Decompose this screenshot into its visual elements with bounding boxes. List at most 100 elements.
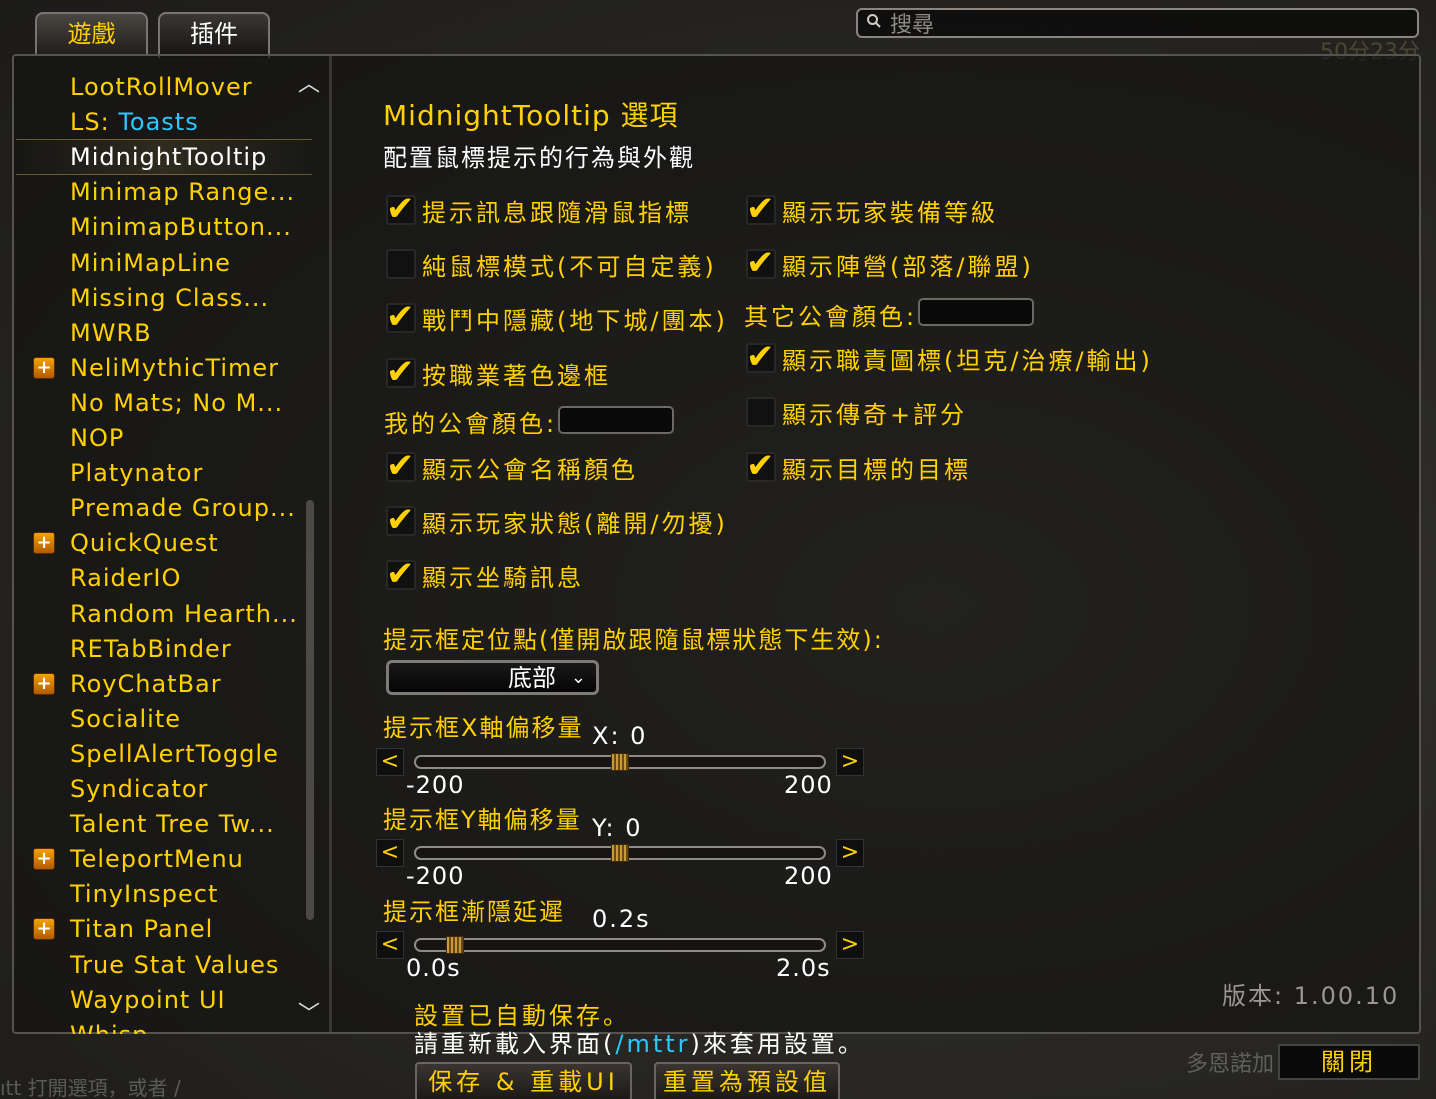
expand-icon[interactable]: + [33,672,55,695]
slider-decrease-button[interactable]: < [376,931,404,959]
option-row[interactable]: ✔ 按職業著色邊框 [386,352,611,392]
addon-list-item[interactable]: NeliMythicTimer [70,351,279,385]
option-row[interactable]: 顯示傳奇+評分 [746,394,967,430]
slider-min-label: -200 [406,862,465,890]
addon-list-item[interactable]: No Mats; No M... [70,386,283,420]
save-reload-button[interactable]: 保存 & 重載UI [415,1062,632,1099]
addon-list-item[interactable]: Minimap Range... [70,175,295,209]
addon-list-item[interactable]: NOP [70,421,124,455]
slider-min-label: 0.0s [406,954,461,982]
anchor-label: 提示框定位點(僅開啟跟隨鼠標狀態下生效): [383,626,884,654]
expand-icon[interactable]: + [33,532,55,555]
option-label: 純鼠標模式(不可自定義) [422,252,717,281]
anchor-dropdown[interactable]: 底部 ⌄ [386,660,599,695]
checkbox[interactable]: ✔ [746,446,776,486]
checkbox[interactable] [386,249,416,279]
addon-list-item[interactable]: Socialite [70,702,181,736]
addon-list-item[interactable]: RETabBinder [70,632,232,666]
addon-list-item[interactable]: MiniMapLine [70,246,231,280]
option-row[interactable]: ✔ 顯示公會名稱顏色 [386,446,638,486]
expand-icon[interactable]: + [33,918,55,941]
addon-list-item[interactable]: QuickQuest [70,526,219,560]
addon-list-item[interactable]: TinyInspect [70,877,218,911]
checkbox[interactable]: ✔ [746,243,776,283]
addon-list-item[interactable]: Talent Tree Tw... [70,807,275,841]
background-chat-text: ıtt 打開選項，或者 / [0,1076,181,1099]
checkbox[interactable]: ✔ [386,297,416,337]
addon-list-item[interactable]: RaiderIO [70,561,181,595]
option-row[interactable]: 純鼠標模式(不可自定義) [386,246,717,282]
option-row[interactable]: ✔ 顯示職責圖標(坦克/治療/輸出) [746,337,1153,377]
slider-thumb[interactable] [446,936,465,954]
close-button[interactable]: 關閉 [1278,1044,1420,1080]
other-guild-color-label: 其它公會顏色: [744,303,918,331]
addon-list-item[interactable]: SpellAlertToggle [70,737,279,771]
addon-list-item[interactable]: Waypoint UI [70,983,226,1017]
expand-icon[interactable]: + [33,848,55,871]
option-label: 顯示玩家裝備等級 [782,198,998,227]
expand-icon[interactable]: + [33,356,55,379]
checkbox[interactable]: ✔ [386,352,416,392]
slider-thumb[interactable] [611,844,629,862]
slider-decrease-button[interactable]: < [376,748,404,776]
my-guild-color-swatch[interactable] [558,406,674,434]
slider-increase-button[interactable]: > [836,748,864,776]
option-row[interactable]: ✔ 提示訊息跟隨滑鼠指標 [386,189,692,229]
addon-list-item[interactable]: MinimapButton... [70,210,292,244]
slider-value: Y: 0 [592,814,643,842]
checkmark-icon: ✔ [746,243,775,283]
search-icon [866,13,882,33]
scroll-down-icon[interactable]: ﹀ [298,996,320,1028]
checkbox[interactable]: ✔ [386,500,416,540]
option-row[interactable]: ✔ 顯示目標的目標 [746,446,971,486]
addon-list-item[interactable]: Syndicator [70,772,208,806]
other-guild-color-swatch[interactable] [918,298,1034,326]
option-row[interactable]: ✔ 戰鬥中隱藏(地下城/團本) [386,297,728,337]
addon-list-item[interactable]: True Stat Values [70,948,279,982]
addon-list-item[interactable]: Titan Panel [70,912,213,946]
addon-list-item[interactable]: Random Hearth... [70,597,298,631]
slider-min-label: -200 [406,771,465,799]
checkmark-icon: ✔ [386,554,415,594]
tab-addons[interactable]: 插件 [158,12,270,58]
slider-label: 提示框Y軸偏移量 [383,806,582,834]
checkmark-icon: ✔ [746,446,775,486]
addon-list-item[interactable]: LootRollMover [70,70,253,104]
search-input[interactable]: 搜尋 [856,8,1419,38]
scroll-up-icon[interactable]: ︿ [298,66,320,98]
option-row[interactable]: ✔ 顯示玩家裝備等級 [746,189,998,229]
checkbox[interactable]: ✔ [746,337,776,377]
addon-list-item[interactable]: TeleportMenu [70,842,244,876]
option-row[interactable]: ✔ 顯示坐騎訊息 [386,554,584,594]
slider-track[interactable] [414,938,826,952]
checkbox[interactable]: ✔ [386,189,416,229]
option-label: 顯示玩家狀態(離開/勿擾) [422,509,728,538]
option-label: 顯示公會名稱顏色 [422,455,638,484]
checkbox[interactable]: ✔ [386,554,416,594]
checkmark-icon: ✔ [386,446,415,486]
option-label: 戰鬥中隱藏(地下城/團本) [422,306,728,335]
addon-list-item[interactable]: MWRB [70,316,152,350]
option-row[interactable]: ✔ 顯示陣營(部落/聯盟) [746,243,1034,283]
addon-list-item[interactable]: Premade Group... [70,491,296,525]
slider-thumb[interactable] [611,753,629,771]
checkbox[interactable]: ✔ [746,189,776,229]
addon-list-item[interactable]: RoyChatBar [70,667,222,701]
checkbox[interactable]: ✔ [386,446,416,486]
scrollbar[interactable] [306,500,314,920]
addon-list-item[interactable]: MidnightTooltip [70,140,267,174]
slider-decrease-button[interactable]: < [376,839,404,867]
checkmark-icon: ✔ [746,189,775,229]
reset-defaults-button[interactable]: 重置為預設值 [654,1062,840,1099]
option-row[interactable]: ✔ 顯示玩家狀態(離開/勿擾) [386,500,728,540]
reload-command: /mttr [615,1030,691,1058]
addon-list-item[interactable]: Whisp [70,1018,148,1034]
addon-list-item[interactable]: Platynator [70,456,203,490]
addon-list-item[interactable]: LS: Toasts [70,105,199,139]
addon-list-item[interactable]: Missing Class... [70,281,269,315]
slider-increase-button[interactable]: > [836,931,864,959]
checkbox[interactable] [746,397,776,427]
panel-subtitle: 配置鼠標提示的行為與外觀 [383,144,695,172]
slider-increase-button[interactable]: > [836,839,864,867]
tab-game[interactable]: 遊戲 [35,12,148,56]
